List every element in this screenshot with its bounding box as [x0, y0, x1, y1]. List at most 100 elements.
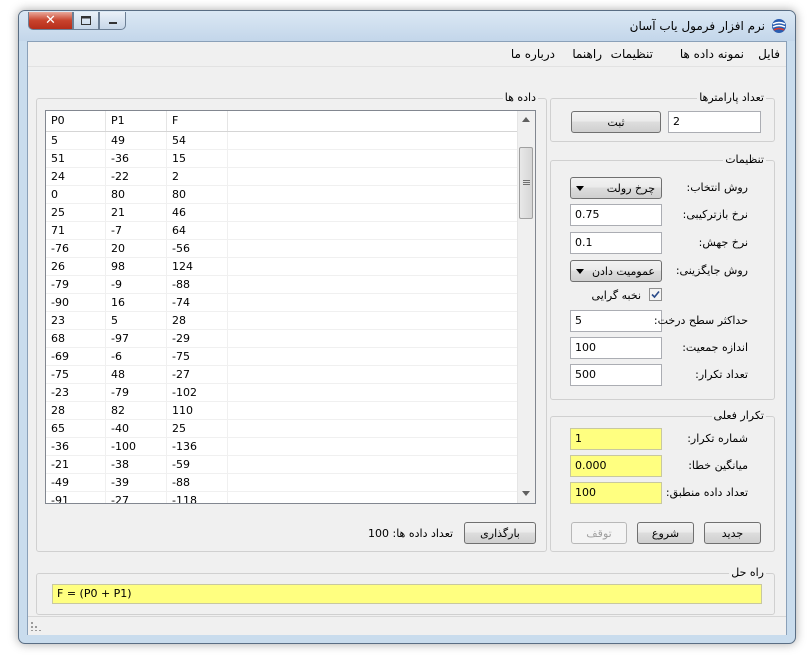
table-row[interactable]: 65 -40 25	[46, 420, 521, 438]
table-row[interactable]: -36 -100 -136	[46, 438, 521, 456]
table-cell[interactable]: 71	[46, 222, 106, 239]
minimize-button[interactable]	[99, 12, 126, 30]
table-cell[interactable]: 80	[106, 186, 167, 203]
table-cell[interactable]: -49	[46, 474, 106, 491]
column-header-f[interactable]: F	[167, 111, 228, 131]
population-size-input[interactable]: 100	[570, 337, 662, 359]
table-cell[interactable]: 20	[106, 240, 167, 257]
elitism-checkbox[interactable]	[649, 288, 662, 301]
replacement-method-dropdown[interactable]: عمومیت دادن	[570, 260, 662, 282]
menu-help[interactable]: راهنما	[572, 47, 602, 61]
table-row[interactable]: 5 49 54	[46, 132, 521, 150]
table-cell[interactable]: 15	[167, 150, 228, 167]
iteration-count-input[interactable]: 500	[570, 364, 662, 386]
table-cell[interactable]: 110	[167, 402, 228, 419]
table-cell[interactable]: -39	[106, 474, 167, 491]
table-cell[interactable]: -88	[167, 474, 228, 491]
table-cell[interactable]: 5	[46, 132, 106, 149]
table-cell[interactable]: 28	[167, 312, 228, 329]
table-cell[interactable]: -27	[167, 366, 228, 383]
scroll-up-arrow-icon[interactable]	[522, 117, 530, 122]
table-cell[interactable]: -97	[106, 330, 167, 347]
menu-file[interactable]: فایل	[758, 47, 780, 61]
table-cell[interactable]: 26	[46, 258, 106, 275]
table-cell[interactable]: -9	[106, 276, 167, 293]
new-button[interactable]: جدید	[704, 522, 761, 544]
table-cell[interactable]: -79	[46, 276, 106, 293]
table-cell[interactable]: -100	[106, 438, 167, 455]
table-cell[interactable]: 2	[167, 168, 228, 185]
table-cell[interactable]: 68	[46, 330, 106, 347]
table-cell[interactable]: -75	[46, 366, 106, 383]
table-cell[interactable]: 49	[106, 132, 167, 149]
data-grid[interactable]: P0 P1 F 5 49 54 51 -36 15 24 -22 2 0 80 80 25 21 46 71-…	[45, 110, 536, 504]
resize-grip-icon[interactable]	[31, 621, 41, 631]
table-cell[interactable]: -21	[46, 456, 106, 473]
table-cell[interactable]: -40	[106, 420, 167, 437]
table-cell[interactable]: 28	[46, 402, 106, 419]
table-cell[interactable]: 0	[46, 186, 106, 203]
table-row[interactable]: -90 16 -74	[46, 294, 521, 312]
crossover-rate-input[interactable]: 0.75	[570, 204, 662, 226]
table-cell[interactable]: -118	[167, 492, 228, 503]
table-cell[interactable]: -6	[106, 348, 167, 365]
menu-sample-data[interactable]: نمونه داده ها	[680, 47, 744, 61]
table-row[interactable]: -23 -79 -102	[46, 384, 521, 402]
table-cell[interactable]: -74	[167, 294, 228, 311]
table-cell[interactable]: -88	[167, 276, 228, 293]
column-header-p1[interactable]: P1	[106, 111, 167, 131]
table-cell[interactable]: 16	[106, 294, 167, 311]
table-row[interactable]: 24 -22 2	[46, 168, 521, 186]
table-cell[interactable]: 124	[167, 258, 228, 275]
table-cell[interactable]: 51	[46, 150, 106, 167]
table-cell[interactable]: 46	[167, 204, 228, 221]
param-count-input[interactable]: 2	[668, 111, 761, 133]
table-cell[interactable]: 23	[46, 312, 106, 329]
scroll-thumb[interactable]	[519, 147, 533, 219]
table-cell[interactable]: -22	[106, 168, 167, 185]
table-cell[interactable]: -76	[46, 240, 106, 257]
table-cell[interactable]: 25	[167, 420, 228, 437]
table-cell[interactable]: -102	[167, 384, 228, 401]
table-cell[interactable]: -75	[167, 348, 228, 365]
title-bar[interactable]: نرم افزار فرمول یاب آسان ✕	[19, 11, 795, 41]
table-cell[interactable]: -136	[167, 438, 228, 455]
table-cell[interactable]: -7	[106, 222, 167, 239]
table-row[interactable]: -76 20 -56	[46, 240, 521, 258]
table-cell[interactable]: 21	[106, 204, 167, 221]
table-cell[interactable]: 80	[167, 186, 228, 203]
table-row[interactable]: 23 5 28	[46, 312, 521, 330]
table-cell[interactable]: 64	[167, 222, 228, 239]
table-cell[interactable]: -91	[46, 492, 106, 503]
stop-button[interactable]: توقف	[571, 522, 627, 544]
table-cell[interactable]: -36	[46, 438, 106, 455]
table-cell[interactable]: 48	[106, 366, 167, 383]
table-cell[interactable]: -69	[46, 348, 106, 365]
table-cell[interactable]: -59	[167, 456, 228, 473]
column-header-p0[interactable]: P0	[46, 111, 106, 131]
table-row[interactable]: -21 -38 -59	[46, 456, 521, 474]
table-row[interactable]: -91 -27 -118	[46, 492, 521, 503]
table-row[interactable]: 0 80 80	[46, 186, 521, 204]
start-button[interactable]: شروع	[637, 522, 694, 544]
table-cell[interactable]: 65	[46, 420, 106, 437]
table-cell[interactable]: 24	[46, 168, 106, 185]
elitism-label[interactable]: نخبه گرایی	[592, 289, 641, 302]
menu-settings[interactable]: تنظیمات	[611, 47, 653, 61]
table-row[interactable]: 26 98 124	[46, 258, 521, 276]
table-cell[interactable]: -36	[106, 150, 167, 167]
table-cell[interactable]: -27	[106, 492, 167, 503]
table-row[interactable]: 68 -97 -29	[46, 330, 521, 348]
table-cell[interactable]: 98	[106, 258, 167, 275]
scroll-down-arrow-icon[interactable]	[522, 491, 530, 496]
close-button[interactable]: ✕	[28, 12, 73, 30]
table-cell[interactable]: -79	[106, 384, 167, 401]
table-cell[interactable]: -23	[46, 384, 106, 401]
table-row[interactable]: 25 21 46	[46, 204, 521, 222]
selection-method-dropdown[interactable]: چرخ رولت	[570, 177, 662, 199]
table-cell[interactable]: -90	[46, 294, 106, 311]
table-row[interactable]: -69 -6 -75	[46, 348, 521, 366]
table-row[interactable]: -75 48 -27	[46, 366, 521, 384]
table-cell[interactable]: -56	[167, 240, 228, 257]
table-row[interactable]: 71 -7 64	[46, 222, 521, 240]
